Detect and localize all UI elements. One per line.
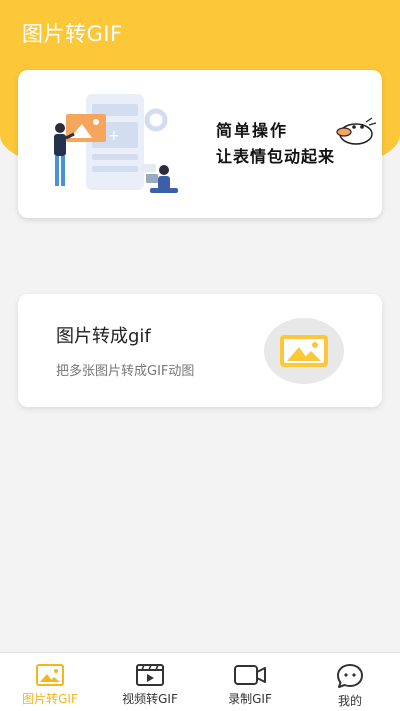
- images-to-gif-card[interactable]: 图片转成gif 把多张图片转成GIF动图: [18, 294, 382, 407]
- image-icon: [36, 664, 64, 686]
- tab-video-to-gif[interactable]: 视频转GIF: [100, 653, 200, 711]
- slogan-line2: 让表情包动起来: [216, 147, 336, 166]
- profile-icon: [337, 664, 363, 688]
- tab-label: 我的: [337, 694, 362, 708]
- svg-text:+: +: [108, 128, 120, 144]
- promo-banner[interactable]: + 简单操作 让表情包动起来: [18, 70, 382, 218]
- feature-title: 图片转成gif: [56, 326, 151, 347]
- record-icon: [234, 665, 266, 685]
- tab-record-gif[interactable]: 录制GIF: [200, 653, 300, 711]
- feature-icon-circle: [264, 318, 344, 384]
- banner-illustration: +: [54, 94, 178, 193]
- tab-label: 图片转GIF: [22, 692, 78, 706]
- tab-label: 视频转GIF: [122, 692, 178, 706]
- tab-image-to-gif[interactable]: 图片转GIF: [0, 653, 100, 711]
- slogan-line1: 简单操作: [216, 121, 289, 140]
- tab-profile[interactable]: 我的: [300, 653, 400, 711]
- page-title: 图片转GIF: [22, 22, 123, 46]
- duck-mascot-icon: [336, 117, 377, 145]
- video-icon: [136, 664, 164, 686]
- banner-slogan: 简单操作 让表情包动起来: [216, 118, 335, 170]
- feature-subtitle: 把多张图片转成GIF动图: [56, 364, 195, 379]
- tab-label: 录制GIF: [228, 692, 272, 706]
- bottom-tab-bar: 图片转GIF 视频转GIF 录制GIF 我的: [0, 652, 400, 711]
- image-icon: [280, 335, 328, 367]
